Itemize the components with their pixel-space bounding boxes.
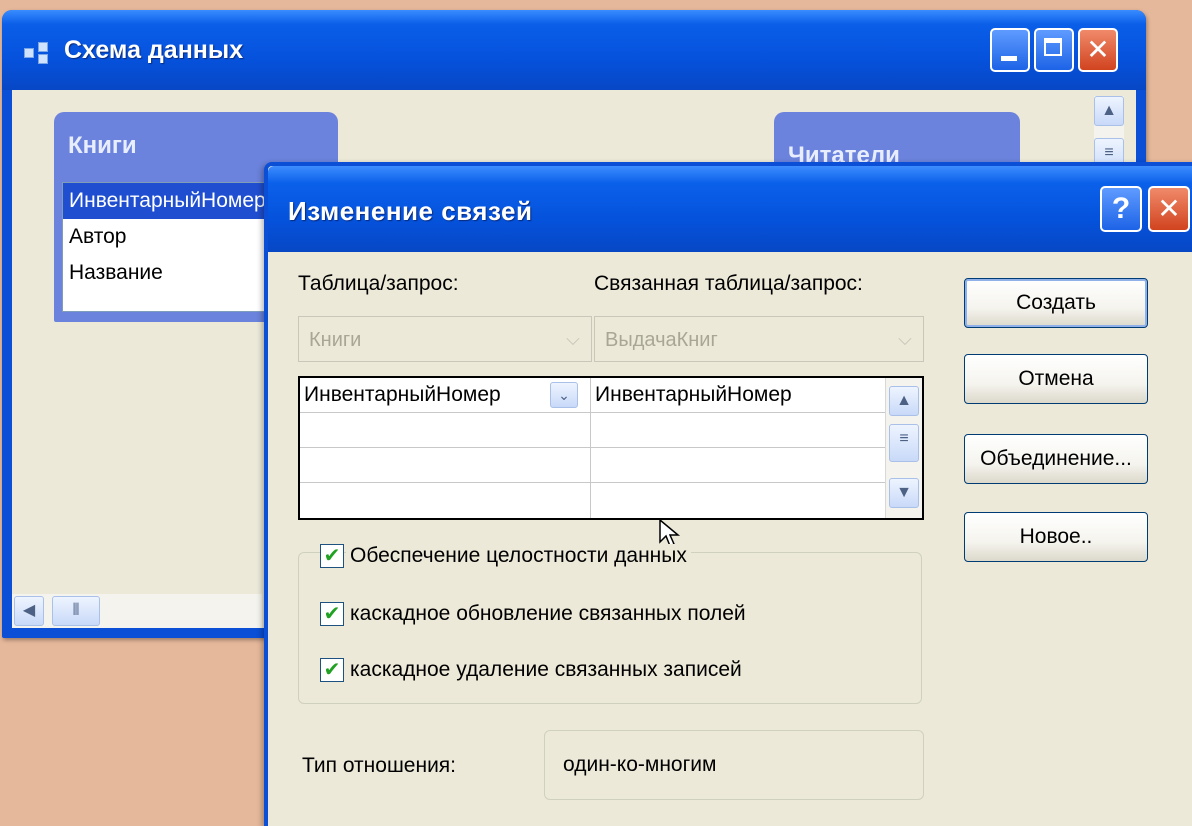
close-icon: ✕ — [1157, 193, 1181, 224]
grid-cell-left[interactable] — [300, 483, 590, 518]
scroll-thumb[interactable]: ⦀ — [52, 596, 100, 626]
table-query-combo[interactable]: Книги ⌵ — [298, 316, 592, 362]
help-icon: ? — [1111, 192, 1131, 225]
related-table-query-label: Связанная таблица/запрос: — [594, 272, 863, 295]
grid-cell-left[interactable]: ИнвентарныйНомер ⌄ — [300, 378, 590, 413]
join-type-button[interactable]: Объединение... — [964, 434, 1148, 484]
scroll-up-icon[interactable]: ▲ — [1094, 96, 1124, 126]
window-title: Схема данных — [64, 36, 244, 64]
chevron-down-icon[interactable]: ⌵ — [891, 321, 919, 357]
grid-cell-left[interactable] — [300, 413, 590, 448]
horizontal-scrollbar[interactable]: ◀ ⦀ — [12, 594, 262, 628]
create-button[interactable]: Создать — [964, 278, 1148, 328]
grid-cell-right[interactable] — [591, 413, 885, 448]
related-table-query-combo[interactable]: ВыдачаКниг ⌵ — [594, 316, 924, 362]
field-mapping-grid[interactable]: ИнвентарныйНомер ⌄ ИнвентарныйНомер ▲ ≡ … — [298, 376, 924, 520]
table-query-value: Книги — [309, 329, 362, 351]
grid-cell-right[interactable] — [591, 448, 885, 483]
grid-cell-right[interactable] — [591, 483, 885, 518]
maximize-icon — [1044, 38, 1062, 56]
dialog-title: Изменение связей — [288, 196, 533, 226]
cascade-update-label: каскадное обновление связанных полей — [350, 602, 746, 625]
minimize-icon — [1001, 56, 1017, 61]
edit-relationships-dialog: Изменение связей ? ✕ Таблица/запрос: Свя… — [264, 162, 1192, 826]
scroll-thumb[interactable]: ≡ — [889, 424, 919, 462]
data-schema-titlebar[interactable]: Схема данных ✕ — [2, 10, 1146, 90]
relation-type-box: один-ко-многим — [544, 730, 924, 800]
close-icon: ✕ — [1086, 34, 1110, 65]
grid-cell-right[interactable]: ИнвентарныйНомер — [591, 378, 885, 413]
dialog-titlebar[interactable]: Изменение связей ? ✕ — [268, 166, 1192, 252]
cascade-delete-label: каскадное удаление связанных записей — [350, 658, 742, 681]
window-close-button[interactable]: ✕ — [1078, 28, 1118, 72]
grid-vertical-scrollbar[interactable]: ▲ ≡ ▼ — [885, 378, 922, 518]
table-query-label: Таблица/запрос: — [298, 272, 459, 295]
integrity-label: Обеспечение целостности данных — [346, 544, 691, 568]
relation-type-label: Тип отношения: — [302, 754, 457, 777]
minimize-button[interactable] — [990, 28, 1030, 72]
chevron-down-icon[interactable]: ⌄ — [550, 382, 578, 408]
relation-type-value: один-ко-многим — [563, 753, 717, 776]
help-button[interactable]: ? — [1100, 186, 1142, 232]
cancel-button[interactable]: Отмена — [964, 354, 1148, 404]
scroll-up-icon[interactable]: ▲ — [889, 386, 919, 416]
integrity-checkbox[interactable]: ✔ — [320, 544, 344, 568]
dialog-close-button[interactable]: ✕ — [1148, 186, 1190, 232]
grid-cell-left[interactable] — [300, 448, 590, 483]
table-books-title: Книги — [68, 132, 137, 159]
scroll-left-icon[interactable]: ◀ — [14, 596, 44, 626]
maximize-button[interactable] — [1034, 28, 1074, 72]
relationships-icon — [24, 42, 56, 64]
related-table-query-value: ВыдачаКниг — [605, 329, 718, 351]
cascade-update-checkbox[interactable]: ✔ — [320, 602, 344, 626]
scroll-down-icon[interactable]: ▼ — [889, 478, 919, 508]
chevron-down-icon[interactable]: ⌵ — [559, 321, 587, 357]
grid-cell-text: ИнвентарныйНомер — [304, 383, 501, 406]
cascade-delete-checkbox[interactable]: ✔ — [320, 658, 344, 682]
new-button[interactable]: Новое.. — [964, 512, 1148, 562]
